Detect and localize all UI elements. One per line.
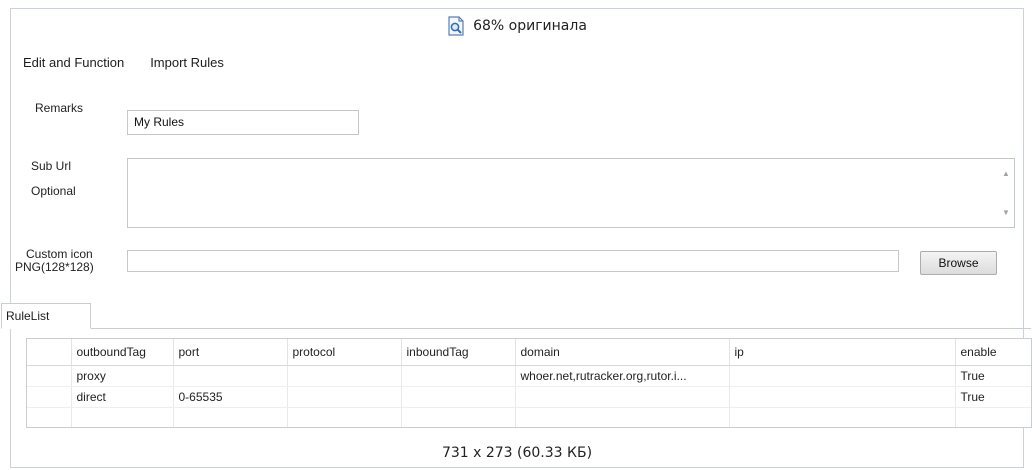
table-cell[interactable]: proxy — [71, 365, 174, 387]
table-header-row: outboundTag port protocol inboundTag dom… — [27, 339, 1031, 366]
tab-strip: RuleList — [1, 303, 1031, 329]
zoom-bar: 68% оригинала — [11, 9, 1023, 43]
zoom-document-icon[interactable] — [447, 16, 465, 36]
scroll-up-icon[interactable]: ▲ — [1002, 169, 1010, 178]
table-cell[interactable] — [287, 365, 402, 387]
custom-icon-size-label: PNG(128*128) — [15, 260, 94, 274]
table-cell[interactable]: direct — [71, 386, 174, 408]
sub-url-input[interactable]: ▲ ▼ — [127, 158, 1015, 228]
custom-icon-input[interactable] — [127, 250, 899, 272]
rule-table: outboundTag port protocol inboundTag dom… — [27, 339, 1031, 427]
sub-url-label: Sub Url — [31, 159, 72, 173]
table-cell[interactable]: whoer.net,rutracker.org,rutor.i... — [515, 365, 730, 387]
browse-button[interactable]: Browse — [920, 251, 997, 275]
table-cell[interactable] — [515, 386, 730, 408]
rule-list-grid[interactable]: outboundTag port protocol inboundTag dom… — [26, 338, 1032, 428]
sub-url-optional-label: Optional — [31, 184, 76, 198]
column-header[interactable]: enable — [955, 339, 1031, 366]
column-header[interactable]: ip — [729, 339, 956, 366]
table-cell[interactable] — [401, 365, 516, 387]
table-cell[interactable]: True — [955, 365, 1031, 387]
column-header[interactable]: port — [173, 339, 288, 366]
table-cell[interactable]: 0-65535 — [173, 386, 288, 408]
remarks-label: Remarks — [35, 101, 84, 115]
tab-rulelist[interactable]: RuleList — [1, 303, 91, 329]
rules-settings-window: Edit and Function Import Rules Remarks M… — [1, 45, 1032, 430]
table-cell[interactable] — [401, 386, 516, 408]
menu-import-rules[interactable]: Import Rules — [150, 55, 224, 70]
remarks-input[interactable]: My Rules — [127, 110, 359, 135]
image-size-label: 731 x 273 (60.33 КБ) — [441, 445, 593, 461]
sub-url-scrollbar[interactable]: ▲ ▼ — [998, 159, 1014, 227]
table-cell[interactable] — [27, 386, 72, 408]
scroll-down-icon[interactable]: ▼ — [1002, 208, 1010, 217]
table-cell[interactable] — [729, 365, 956, 387]
column-header[interactable]: inboundTag — [401, 339, 516, 366]
table-cell[interactable] — [729, 386, 956, 408]
column-header[interactable]: protocol — [287, 339, 402, 366]
table-cell[interactable]: True — [955, 386, 1031, 408]
menu-bar: Edit and Function Import Rules — [23, 55, 224, 70]
table-cell[interactable] — [287, 386, 402, 408]
table-cell[interactable] — [27, 365, 72, 387]
column-header[interactable] — [27, 339, 72, 366]
column-header[interactable]: outboundTag — [71, 339, 174, 366]
table-row[interactable]: proxy whoer.net,rutracker.org,rutor.i...… — [27, 365, 1031, 387]
menu-edit-and-function[interactable]: Edit and Function — [23, 55, 124, 70]
table-row-empty — [27, 407, 1031, 427]
column-header[interactable]: domain — [515, 339, 730, 366]
table-row[interactable]: direct 0-65535 True — [27, 386, 1031, 408]
table-cell[interactable] — [173, 365, 288, 387]
zoom-label: 68% оригинала — [473, 18, 587, 34]
